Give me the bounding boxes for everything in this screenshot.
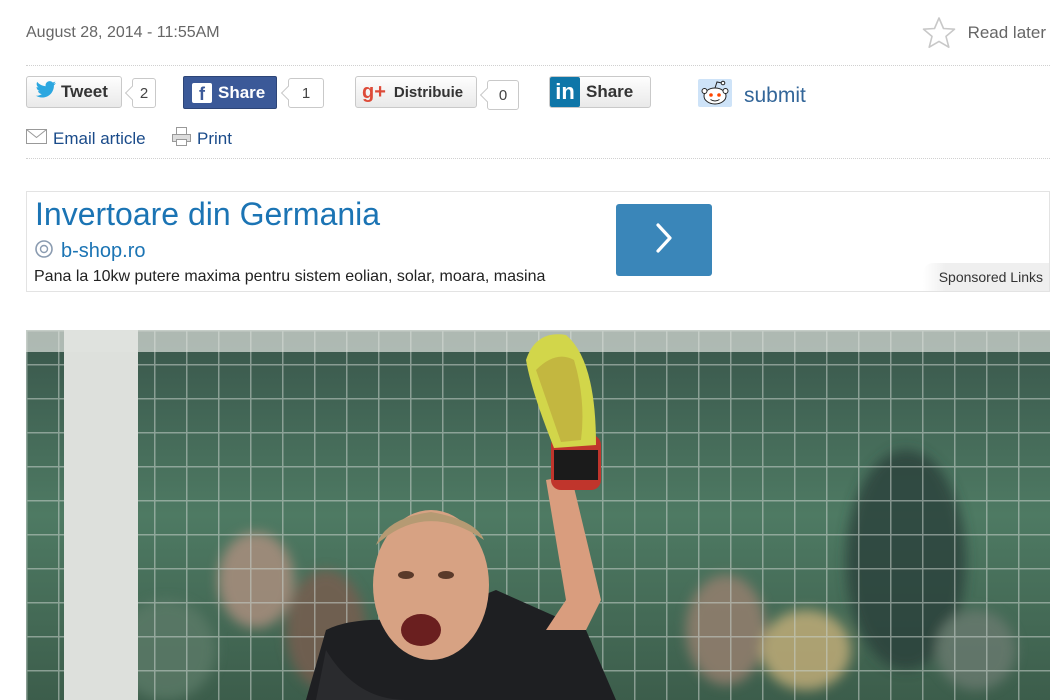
facebook-share-count: 1 (288, 78, 324, 108)
linkedin-icon: in (550, 77, 580, 107)
divider (26, 65, 1050, 66)
globe-icon (35, 240, 53, 263)
tweet-label: Tweet (61, 82, 108, 101)
ad-url-link[interactable]: b-shop.ro (35, 240, 146, 263)
email-article-label: Email article (53, 129, 146, 148)
read-later-label: Read later (967, 23, 1046, 42)
email-article-link[interactable]: Email article (26, 129, 146, 149)
google-plus-button[interactable]: g+ Distribuie (355, 76, 477, 108)
star-icon (922, 16, 956, 50)
sponsored-links-label: Sponsored Links (923, 263, 1049, 291)
ad-title-link[interactable]: Invertoare din Germania (35, 196, 380, 233)
tweet-button[interactable]: Tweet (26, 76, 122, 108)
ad-go-button[interactable] (616, 204, 712, 276)
google-plus-label: Distribuie (393, 83, 464, 101)
linkedin-share-button[interactable]: in Share (549, 76, 651, 108)
read-later-button[interactable]: Read later (922, 16, 1046, 50)
facebook-f-icon: f (192, 82, 212, 103)
linkedin-share-label: Share (586, 82, 634, 101)
sponsored-ad: Invertoare din Germania b-shop.ro Pana l… (26, 191, 1050, 292)
article-date: August 28, 2014 - 11:55AM (26, 24, 220, 41)
print-link[interactable]: Print (172, 127, 232, 151)
printer-icon (172, 127, 191, 151)
twitter-bird-icon (35, 80, 57, 104)
print-label: Print (197, 129, 232, 148)
reddit-alien-icon (698, 79, 732, 112)
envelope-icon (26, 129, 47, 149)
google-plus-icon: g+ (362, 80, 386, 103)
facebook-share-button[interactable]: f Share (183, 76, 277, 109)
chevron-right-icon (653, 221, 675, 260)
reddit-submit-button[interactable]: submit (698, 79, 806, 112)
reddit-submit-label: submit (744, 83, 806, 107)
article-photo (26, 330, 1050, 700)
ad-description: Pana la 10kw putere maxima pentru sistem… (34, 268, 546, 285)
divider (26, 158, 1050, 159)
google-plus-count: 0 (487, 80, 519, 110)
tweet-count: 2 (132, 78, 156, 108)
facebook-share-label: Share (218, 82, 266, 102)
ad-url-label: b-shop.ro (61, 240, 146, 262)
